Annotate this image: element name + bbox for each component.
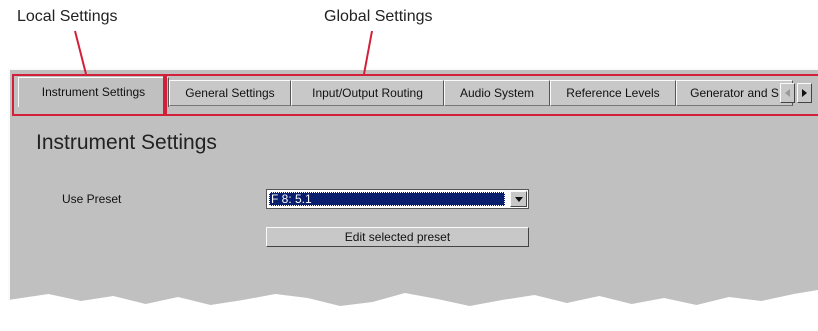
preset-selected-value[interactable]: F 8: 5.1: [269, 192, 505, 206]
chevron-down-icon: [514, 196, 523, 202]
preset-dropdown-button[interactable]: [510, 191, 527, 207]
local-settings-highlight: [12, 74, 165, 116]
preset-select[interactable]: F 8: 5.1: [266, 189, 529, 209]
local-settings-callout: Local Settings: [17, 8, 118, 25]
global-settings-callout: Global Settings: [324, 8, 433, 25]
use-preset-label: Use Preset: [62, 192, 122, 206]
global-settings-highlight: [165, 74, 818, 116]
edit-selected-preset-button[interactable]: Edit selected preset: [266, 227, 529, 247]
page-title: Instrument Settings: [36, 131, 217, 154]
